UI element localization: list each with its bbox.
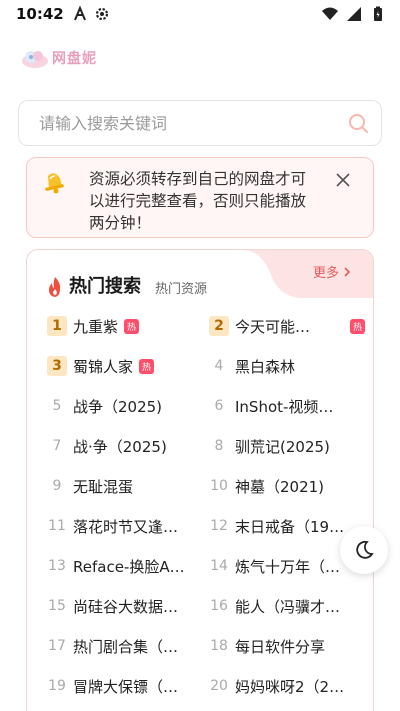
hot-search-row: 11 落花时节又逢… 12 末日戒备（19… <box>47 506 373 546</box>
hot-search-item[interactable]: 5 战争（2025) <box>47 396 209 417</box>
hot-search-row: 1 九重紫热 2 今天可能… 热 <box>47 306 373 346</box>
hot-search-item-name: 能人（冯骥才… <box>235 597 341 616</box>
hot-search-item-name: 战·争（2025) <box>73 437 167 456</box>
hot-search-item-name: 每日软件分享 <box>235 637 326 656</box>
hot-search-row: 17 热门剧合集（… 18 每日软件分享 <box>47 626 373 666</box>
rank-number: 7 <box>52 438 62 454</box>
notice-text: 资源必须转存到自己的网盘才可以进行完整查看，否则只能播放两分钟！ <box>89 170 307 232</box>
hot-search-row: 3 蜀锦人家热 4 黑白森林 <box>47 346 373 386</box>
rank-number: 12 <box>210 518 228 534</box>
rank-number: 18 <box>210 638 228 654</box>
hot-search-header: 热门搜索 热门资源 更多 <box>27 250 373 306</box>
hot-search-item[interactable]: 18 每日软件分享 <box>209 636 369 657</box>
more-link[interactable]: 更多 <box>313 262 351 281</box>
hot-search-item-name: 九重紫 <box>73 317 119 336</box>
hot-search-item[interactable]: 6 InShot-视频… <box>209 396 369 417</box>
rank-number: 3 <box>47 356 67 376</box>
hot-search-title: 热门搜索 <box>69 276 141 297</box>
hot-search-row: 15 尚硅谷大数据… 16 能人（冯骥才… <box>47 586 373 626</box>
hot-search-list: 1 九重紫热 2 今天可能… 热 3 蜀锦人家热 4 黑白森林 5 战争（2025) 6 InShot-… <box>27 306 373 706</box>
rank-number: 14 <box>210 558 228 574</box>
a-icon <box>73 6 86 21</box>
fire-icon <box>49 277 61 297</box>
rank-number: 6 <box>214 398 224 414</box>
hot-search-item[interactable]: 19 冒牌大保镖（… <box>47 676 209 697</box>
notice-banner: 资源必须转存到自己的网盘才可以进行完整查看，否则只能播放两分钟！ <box>26 157 374 238</box>
hot-search-item-name: 落花时节又逢… <box>73 517 179 536</box>
rank-number: 19 <box>48 678 66 694</box>
rank-number: 15 <box>48 598 66 614</box>
search-bar[interactable] <box>18 100 382 146</box>
chevron-right-icon <box>344 266 351 277</box>
hot-search-item-name: 驯荒记(2025) <box>235 437 330 456</box>
rank-number: 13 <box>48 558 66 574</box>
night-mode-button[interactable] <box>340 526 388 574</box>
search-icon[interactable] <box>347 112 369 134</box>
hot-search-item-name: 无耻混蛋 <box>73 477 134 496</box>
rank-number: 5 <box>52 398 62 414</box>
status-time: 10:42 <box>16 5 64 23</box>
hot-search-item[interactable]: 4 黑白森林 <box>209 356 369 377</box>
rank-number: 11 <box>48 518 66 534</box>
hot-search-item-name: 黑白森林 <box>235 357 296 376</box>
rank-number: 20 <box>210 678 228 694</box>
status-bar: 10:42 <box>0 0 400 28</box>
moon-icon <box>356 540 374 559</box>
rank-number: 10 <box>210 478 228 494</box>
hot-badge: 热 <box>124 318 140 334</box>
hot-search-item[interactable]: 7 战·争（2025) <box>47 436 209 457</box>
rank-number: 9 <box>52 478 62 494</box>
rank-number: 17 <box>48 638 66 654</box>
hot-search-item-name: 今天可能… <box>235 317 311 336</box>
hot-search-item[interactable]: 10 神墓（2021) <box>209 476 369 497</box>
close-icon[interactable] <box>335 172 351 188</box>
more-label: 更多 <box>312 266 339 281</box>
hot-search-item-name: 蜀锦人家 <box>73 357 134 376</box>
hot-search-item-name: InShot-视频… <box>235 397 334 416</box>
hot-search-item[interactable]: 15 尚硅谷大数据… <box>47 596 209 617</box>
hot-search-item-name: 战争（2025) <box>73 397 163 416</box>
hot-search-item[interactable]: 20 妈妈咪呀2（2… <box>209 676 369 697</box>
rank-number: 8 <box>214 438 224 454</box>
hot-search-item-name: Reface-换脸A… <box>73 557 185 576</box>
hot-search-row: 19 冒牌大保镖（… 20 妈妈咪呀2（2… <box>47 666 373 706</box>
hot-search-row: 9 无耻混蛋 10 神墓（2021) <box>47 466 373 506</box>
wifi-icon <box>322 7 338 20</box>
hot-search-subtitle: 热门资源 <box>155 282 208 297</box>
rank-number: 1 <box>47 316 67 336</box>
signal-icon <box>347 7 361 21</box>
cloud-logo-icon <box>22 51 48 68</box>
battery-icon <box>374 6 382 21</box>
hot-search-item-name: 热门剧合集（… <box>73 637 179 656</box>
rank-number: 4 <box>214 358 224 374</box>
hot-search-item[interactable]: 1 九重紫热 <box>47 316 209 337</box>
hot-search-item[interactable]: 13 Reface-换脸A… <box>47 556 209 577</box>
hot-search-row: 13 Reface-换脸A… 14 炼气十万年（… <box>47 546 373 586</box>
hot-search-item-name: 神墓（2021) <box>235 477 325 496</box>
app-logo: 网盘妮 <box>20 46 97 70</box>
hot-search-row: 5 战争（2025) 6 InShot-视频… <box>47 386 373 426</box>
rank-number: 2 <box>209 316 229 336</box>
hot-search-item[interactable]: 3 蜀锦人家热 <box>47 356 209 377</box>
hot-badge: 热 <box>139 358 155 374</box>
bell-icon <box>45 173 64 194</box>
rank-number: 16 <box>210 598 228 614</box>
hot-search-item-name: 妈妈咪呀2（2… <box>235 677 345 696</box>
hot-search-item-name: 尚硅谷大数据… <box>73 597 179 616</box>
logo-text: 网盘妮 <box>52 51 97 67</box>
hot-search-item-name: 炼气十万年（… <box>235 557 341 576</box>
hot-search-item[interactable]: 2 今天可能… 热 <box>209 316 369 337</box>
search-input[interactable] <box>39 113 347 133</box>
hot-search-item-name: 末日戒备（19… <box>235 517 345 536</box>
hot-search-item[interactable]: 8 驯荒记(2025) <box>209 436 369 457</box>
hot-badge: 热 <box>350 318 365 334</box>
hot-search-item-name: 冒牌大保镖（… <box>73 677 179 696</box>
gear-icon <box>95 7 108 21</box>
hot-search-row: 7 战·争（2025) 8 驯荒记(2025) <box>47 426 373 466</box>
hot-search-item[interactable]: 9 无耻混蛋 <box>47 476 209 497</box>
hot-search-item[interactable]: 17 热门剧合集（… <box>47 636 209 657</box>
hot-search-item[interactable]: 16 能人（冯骥才… <box>209 596 369 617</box>
hot-search-card: 热门搜索 热门资源 更多 1 九重紫热 2 今天可能… 热 3 蜀锦人家热 4 黑白森林 5 战争（… <box>26 249 374 711</box>
hot-search-item[interactable]: 11 落花时节又逢… <box>47 516 209 537</box>
